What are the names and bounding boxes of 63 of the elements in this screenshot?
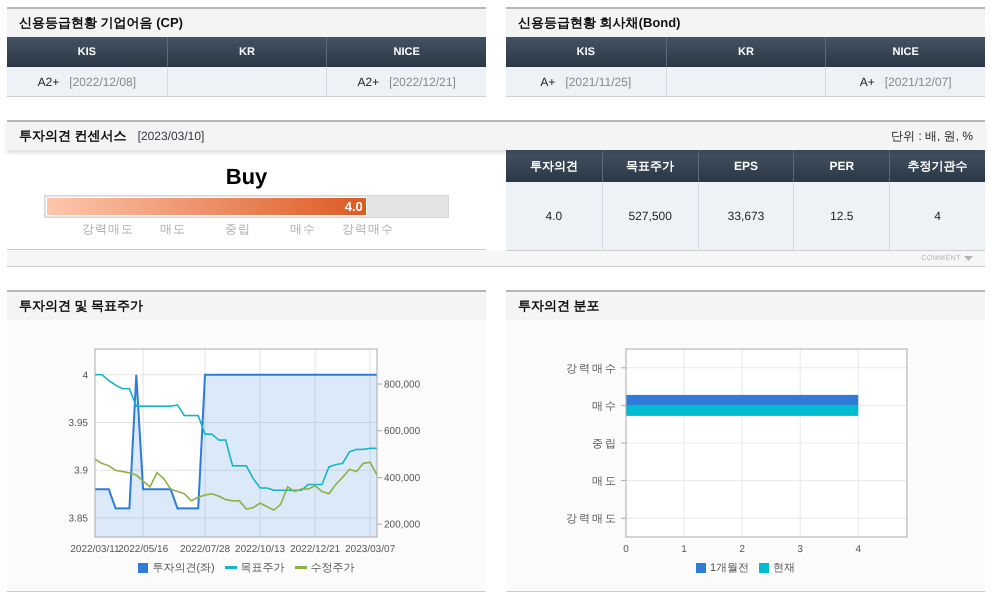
panel-title: 신용등급현황 회사채(Bond) xyxy=(518,14,680,32)
axis-label: 강력매수 xyxy=(566,362,618,375)
column-header: KIS xyxy=(76,45,97,60)
axis-label: 4 xyxy=(855,544,862,555)
axis-label: 2022/03/11 xyxy=(70,544,120,555)
scale-label: 매수 xyxy=(289,221,317,238)
scale-label: 강력매도 xyxy=(81,221,135,238)
axis-label: 강력매도 xyxy=(566,513,618,526)
axis-label: 4 xyxy=(82,370,88,382)
axis-label: 3.9 xyxy=(74,466,88,477)
scale-label: 강력매수 xyxy=(341,221,395,238)
panel-title: 투자의견 컨센서스 xyxy=(19,127,127,145)
rating-grade: A2+ xyxy=(38,74,60,88)
axis-label: 2022/07/28 xyxy=(180,544,230,555)
scale-label: 매도 xyxy=(159,221,187,238)
rating-date: [2022/12/21] xyxy=(389,74,456,88)
legend-swatch-icon xyxy=(696,562,706,572)
table-cell: 4.0 xyxy=(546,209,562,223)
legend-label: 목표주가 xyxy=(240,561,285,575)
axis-label: 3.95 xyxy=(68,418,88,429)
legend-label: 수정주가 xyxy=(310,561,355,575)
axis-label: 1 xyxy=(681,544,687,555)
legend-swatch-icon xyxy=(759,562,770,572)
axis-label: 400,000 xyxy=(384,472,420,484)
legend-label: 현재 xyxy=(773,561,796,575)
column-header: KIS xyxy=(576,45,596,60)
axis-label: 3 xyxy=(797,544,803,555)
axis-label: 매수 xyxy=(592,400,618,412)
rating-date: [2022/12/08] xyxy=(69,74,136,88)
axis-label: 2023/03/07 xyxy=(345,544,396,555)
table-cell: 33,673 xyxy=(728,209,764,223)
gauge-value: 4.0 xyxy=(344,199,363,214)
axis-label: 200,000 xyxy=(384,520,420,531)
rating-date: [2021/11/25] xyxy=(565,74,632,88)
opinion-label: Buy xyxy=(226,164,268,190)
rating-date: [2021/12/07] xyxy=(884,74,952,88)
rating-grade: A+ xyxy=(860,74,875,88)
table-cell: 4 xyxy=(934,209,941,223)
panel-title: 투자의견 및 목표주가 xyxy=(19,297,144,315)
axis-label: 중립 xyxy=(592,438,618,450)
axis-label: 0 xyxy=(623,544,629,555)
axis-label: 2 xyxy=(739,544,745,555)
unit-label: 단위 : 배, 원, % xyxy=(890,128,973,144)
consensus-date: [2023/03/10] xyxy=(138,129,204,143)
scale-label: 중립 xyxy=(224,221,252,238)
panel-title: 신용등급현황 기업어음 (CP) xyxy=(19,14,183,32)
rating-grade: A+ xyxy=(540,74,556,88)
legend-label: 1개월전 xyxy=(710,561,750,575)
panel-title: 투자의견 분포 xyxy=(518,297,600,315)
axis-label: 600,000 xyxy=(384,426,420,438)
rating-grade: A2+ xyxy=(357,74,380,88)
axis-label: 800,000 xyxy=(384,380,420,391)
table-cell: 12.5 xyxy=(830,209,854,223)
axis-label: 3.85 xyxy=(68,513,88,524)
legend-swatch-icon xyxy=(138,562,148,572)
legend-label: 투자의견(좌) xyxy=(152,561,215,575)
axis-label: 2022/05/16 xyxy=(118,544,168,555)
axis-label: 매도 xyxy=(592,476,618,488)
axis-label: 2022/12/21 xyxy=(290,544,340,555)
axis-label: 2022/10/13 xyxy=(235,544,286,555)
caret-icon[interactable] xyxy=(964,256,973,262)
column-header: 투자의견 xyxy=(528,158,579,174)
table-cell: 527,500 xyxy=(628,209,672,223)
